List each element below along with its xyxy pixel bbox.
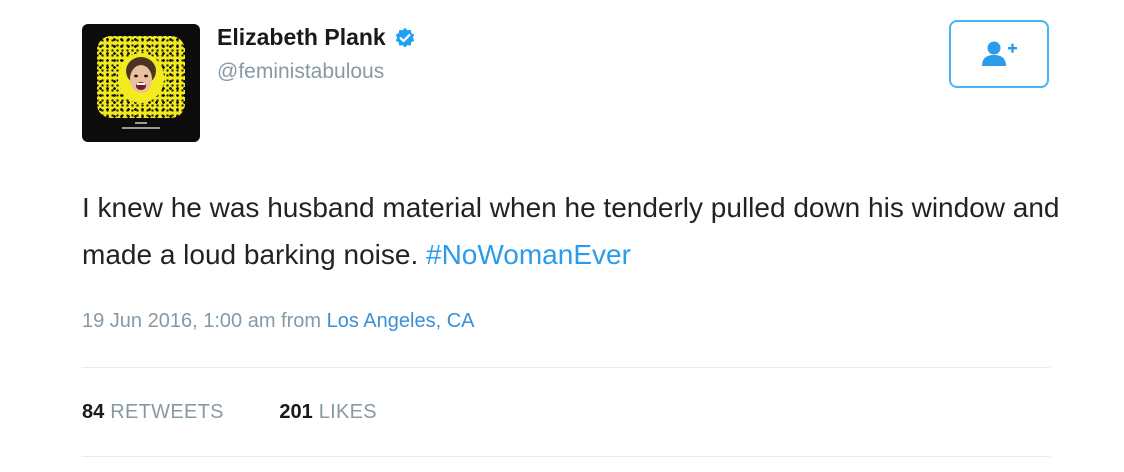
likes-count: 201 bbox=[279, 401, 313, 423]
snapcode-icon bbox=[97, 36, 185, 118]
follow-user-icon bbox=[982, 41, 1017, 66]
face-photo-icon bbox=[126, 57, 156, 93]
retweets-label: RETWEETS bbox=[110, 401, 224, 423]
retweets-stat[interactable]: 84 RETWEETS bbox=[82, 401, 224, 424]
likes-stat[interactable]: 201 LIKES bbox=[279, 401, 377, 424]
snapcode-caption bbox=[82, 122, 200, 132]
location-link[interactable]: Los Angeles, CA bbox=[327, 310, 475, 332]
author-handle[interactable]: @feministabulous bbox=[217, 60, 384, 84]
divider bbox=[82, 456, 1050, 457]
avatar[interactable] bbox=[82, 24, 200, 142]
divider bbox=[82, 367, 1050, 368]
tweet-meta: 19 Jun 2016, 1:00 am from Los Angeles, C… bbox=[82, 310, 474, 333]
tweet-stats: 84 RETWEETS 201 LIKES bbox=[82, 401, 427, 424]
verified-badge-icon bbox=[395, 27, 414, 48]
likes-label: LIKES bbox=[318, 401, 377, 423]
retweets-count: 84 bbox=[82, 401, 105, 423]
hashtag-link[interactable]: #NoWomanEver bbox=[426, 239, 631, 270]
tweet-text: I knew he was husband material when he t… bbox=[82, 184, 1062, 278]
author-name-row[interactable]: Elizabeth Plank bbox=[217, 24, 416, 51]
follow-button[interactable] bbox=[949, 20, 1049, 88]
from-label: from bbox=[281, 310, 322, 332]
timestamp[interactable]: 19 Jun 2016, 1:00 am bbox=[82, 310, 275, 332]
author-name[interactable]: Elizabeth Plank bbox=[217, 24, 386, 51]
